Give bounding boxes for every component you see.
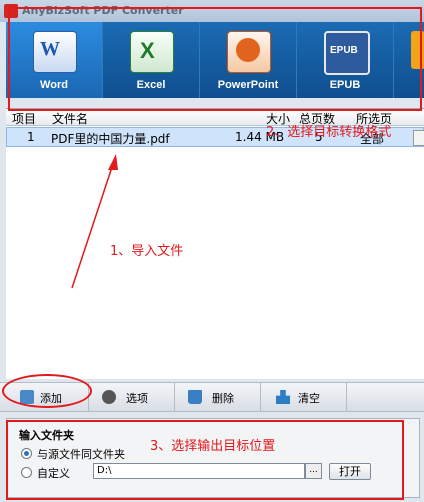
annotation-step-3: 3、选择输出目标位置 — [150, 439, 276, 454]
annotation-arrow — [71, 154, 118, 289]
annotation-step-2: 2、选择目标转换格式 — [266, 125, 392, 140]
annotation-step-1: 1、导入文件 — [110, 244, 184, 259]
